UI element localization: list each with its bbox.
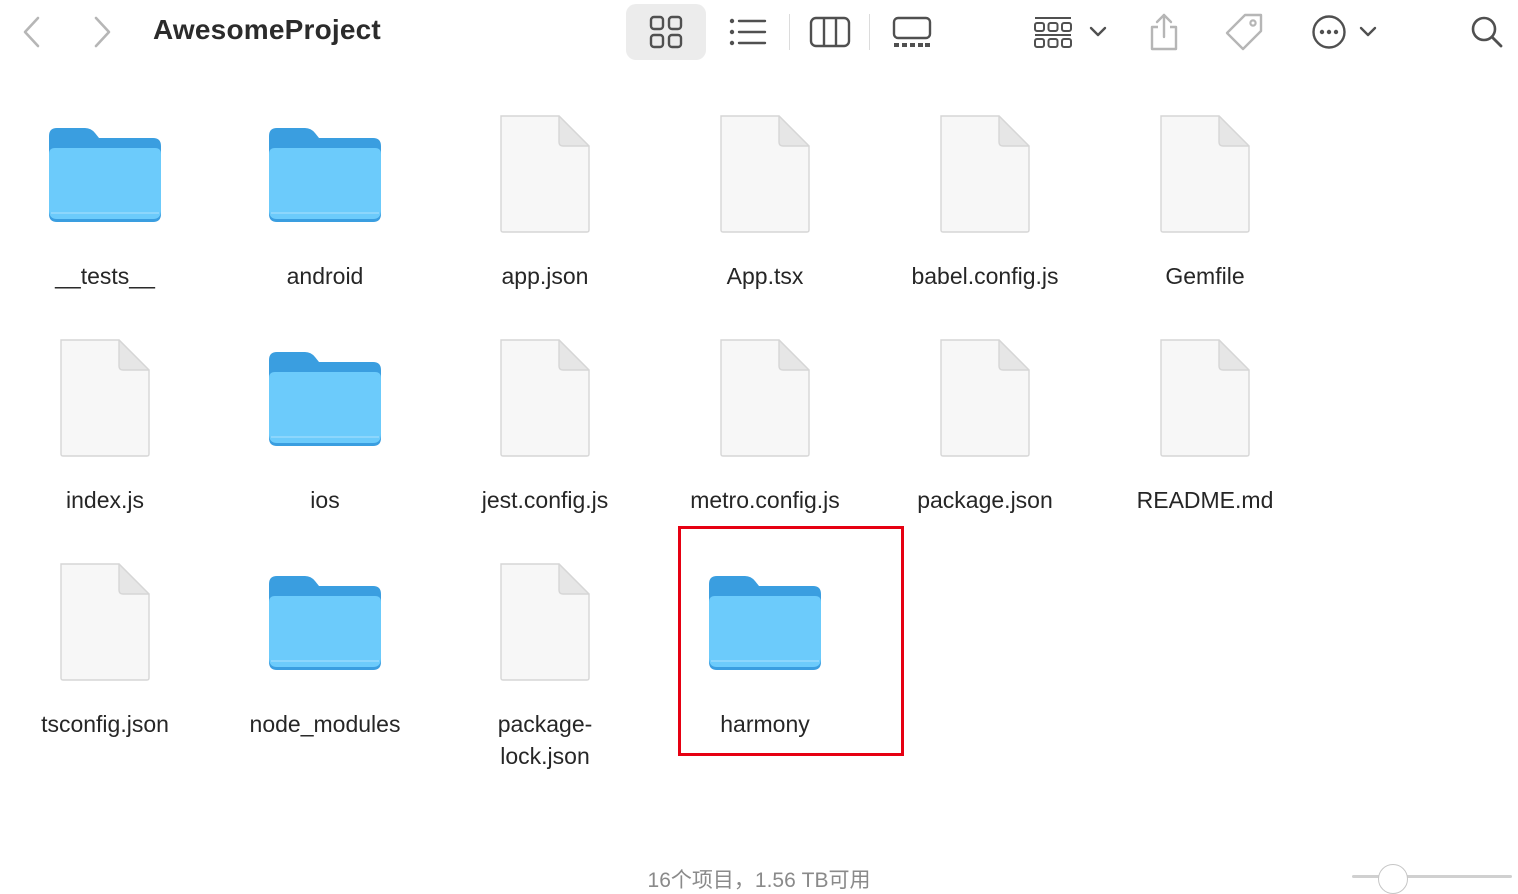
item-icon [875, 112, 1095, 248]
chevron-down-icon [1089, 26, 1107, 37]
item-icon [215, 346, 435, 482]
item-label: ios [310, 487, 340, 513]
item-label: android [286, 263, 364, 289]
file-item[interactable]: index.js [0, 292, 215, 513]
item-icon [0, 122, 215, 258]
file-item[interactable]: package.json [875, 292, 1095, 513]
share-button[interactable] [1140, 6, 1188, 58]
item-icon [1095, 112, 1315, 248]
item-icon [215, 122, 435, 258]
folder-icon [49, 128, 161, 222]
item-label: package.json [917, 487, 1053, 513]
share-icon [1150, 13, 1178, 51]
item-label: Gemfile [1165, 263, 1245, 289]
file-item[interactable]: babel.config.js [875, 68, 1095, 289]
document-icon [500, 339, 590, 457]
status-bar-text: 16个项目，1.56 TB可用 [647, 869, 871, 892]
icon-size-slider[interactable] [1352, 864, 1512, 894]
file-item[interactable]: jest.config.js [435, 292, 655, 513]
list-icon [729, 18, 767, 46]
document-icon [720, 339, 810, 457]
item-label: babel.config.js [911, 263, 1059, 289]
file-item[interactable]: metro.config.js [655, 292, 875, 513]
document-icon [500, 115, 590, 233]
item-label: __tests__ [55, 263, 155, 289]
forward-button[interactable] [84, 12, 120, 52]
folder-icon [269, 128, 381, 222]
file-item[interactable]: package- lock.json [435, 516, 655, 769]
chevron-right-icon [94, 16, 111, 48]
chevron-down-icon [1359, 26, 1377, 37]
file-item[interactable]: tsconfig.json [0, 516, 215, 737]
slider-thumb[interactable] [1378, 864, 1408, 894]
item-icon [1095, 336, 1315, 472]
gallery-view-button[interactable] [882, 8, 942, 56]
document-icon [720, 115, 810, 233]
gallery-icon [892, 16, 932, 47]
item-icon [655, 112, 875, 248]
document-icon [940, 115, 1030, 233]
item-label: README.md [1136, 487, 1274, 513]
tag-icon [1225, 13, 1263, 51]
folder-icon [269, 352, 381, 446]
file-item[interactable]: Gemfile [1095, 68, 1315, 289]
folder-item[interactable]: android [215, 68, 435, 289]
columns-icon [809, 16, 851, 48]
folder-item[interactable]: node_modules [215, 516, 435, 737]
item-icon [215, 570, 435, 706]
folder-icon [269, 576, 381, 670]
tag-button[interactable] [1218, 6, 1270, 58]
back-button[interactable] [14, 12, 50, 52]
document-icon [500, 563, 590, 681]
item-label: node_modules [249, 711, 401, 737]
file-item[interactable]: App.tsx [655, 68, 875, 289]
toolbar-separator [869, 14, 870, 50]
search-icon [1471, 16, 1503, 48]
group-button[interactable] [1028, 8, 1112, 56]
folder-item[interactable]: ios [215, 292, 435, 513]
window-title: AwesomeProject [153, 14, 381, 45]
more-actions-button[interactable] [1302, 8, 1386, 56]
item-icon [0, 336, 215, 472]
file-item[interactable]: README.md [1095, 292, 1315, 513]
item-label: index.js [66, 487, 144, 513]
item-label: package- lock.json [497, 711, 593, 769]
document-icon [60, 339, 150, 457]
item-label: tsconfig.json [41, 711, 169, 737]
column-view-button[interactable] [802, 8, 858, 56]
chevron-left-icon [23, 16, 40, 48]
item-icon [435, 336, 655, 472]
document-icon [60, 563, 150, 681]
document-icon [1160, 115, 1250, 233]
item-icon [435, 560, 655, 696]
list-view-button[interactable] [720, 8, 776, 56]
toolbar-separator [789, 14, 790, 50]
toolbar: AwesomeProject [0, 0, 1518, 64]
folder-item[interactable]: __tests__ [0, 68, 215, 289]
document-icon [940, 339, 1030, 457]
icon-view-button[interactable] [626, 4, 706, 60]
item-icon [435, 112, 655, 248]
item-label: App.tsx [726, 263, 804, 289]
item-label: metro.config.js [690, 487, 840, 513]
highlight-box [678, 526, 904, 756]
item-icon [875, 336, 1095, 472]
document-icon [1160, 339, 1250, 457]
item-icon [0, 560, 215, 696]
file-item[interactable]: app.json [435, 68, 655, 289]
item-label: app.json [501, 263, 589, 289]
grid-icon [649, 15, 683, 49]
group-icon [1034, 17, 1072, 48]
item-icon [655, 336, 875, 472]
ellipsis-circle-icon [1312, 15, 1346, 49]
item-label: jest.config.js [481, 487, 609, 513]
search-button[interactable] [1464, 8, 1510, 56]
